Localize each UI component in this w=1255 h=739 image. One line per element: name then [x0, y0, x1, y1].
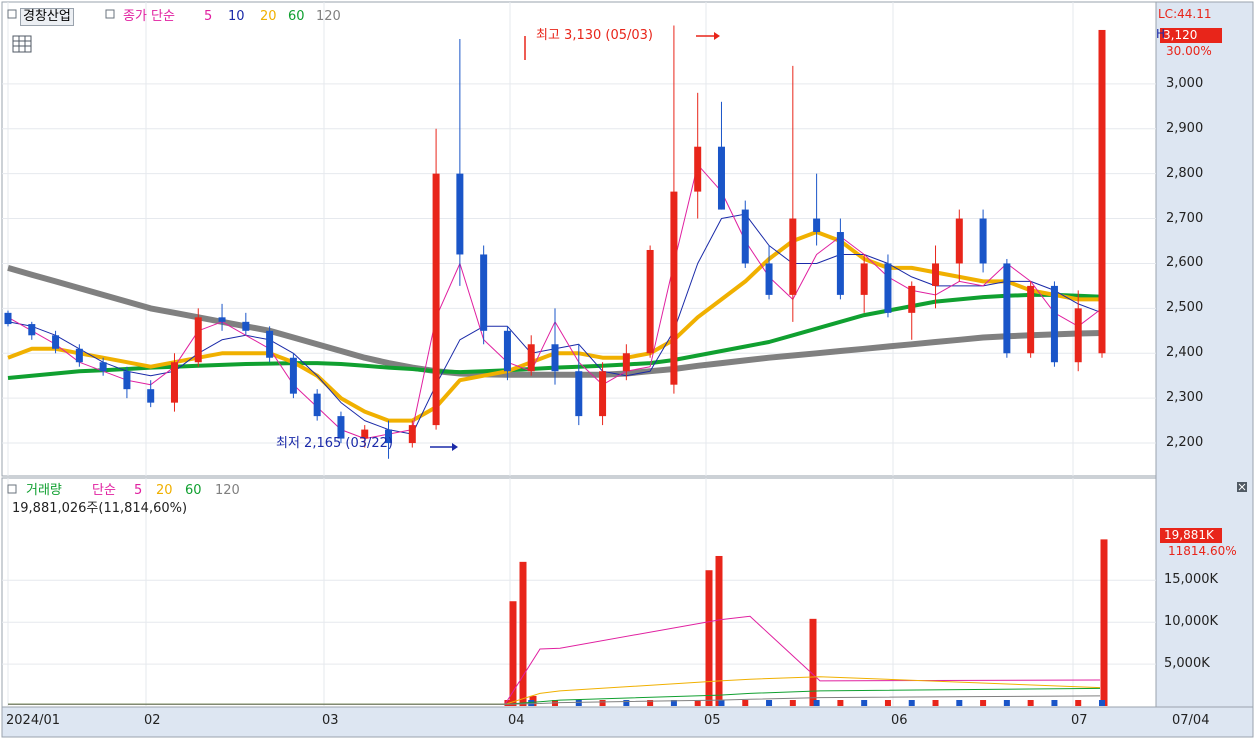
volume-indicator-label: 단순 [92, 483, 116, 498]
candle [432, 128, 440, 430]
volume-bar-small [980, 700, 987, 706]
ma-120-label[interactable]: 120 [316, 9, 341, 25]
candle [1027, 281, 1035, 358]
volume-bar-small [599, 700, 606, 706]
volume-title: 거래량 [26, 483, 62, 498]
volume-tick-label: 10,000K [1164, 614, 1219, 630]
volume-bar-small [884, 700, 891, 706]
price-tick-label: 3,000 [1166, 75, 1204, 91]
volume-bar [509, 601, 517, 706]
price-tick-label: 2,700 [1166, 210, 1204, 226]
volume-bar [519, 561, 527, 706]
volume-tick-label: 5,000K [1164, 656, 1210, 672]
volume-bar-small [813, 700, 820, 706]
x-tick-label: 03 [322, 713, 339, 728]
volume-bar-small [575, 700, 582, 706]
stock-name-label[interactable]: 경창산업 [20, 8, 74, 26]
ma-60-label[interactable]: 60 [288, 9, 305, 25]
volume-bar-small [766, 700, 773, 706]
price-tick-label: 2,900 [1166, 120, 1204, 136]
volume-bar-small [1027, 700, 1034, 706]
price-indicator-label: 종가 단순 [123, 9, 175, 24]
high-annotation: 최고 3,130 (05/03) [536, 28, 654, 43]
price-tick-label: 2,800 [1166, 165, 1204, 181]
current-price-tag: 3,120 [1163, 28, 1198, 42]
volume-bar-small [908, 700, 915, 706]
current-volume-tag: 19,881K [1164, 528, 1214, 542]
candle [741, 200, 749, 268]
change-percent-tag: 30.00% [1166, 44, 1212, 58]
candle [1003, 258, 1011, 358]
volume-bar-small [861, 700, 868, 706]
volume-bar-small [1003, 700, 1010, 706]
candle [1098, 29, 1106, 358]
vol-ma-20-label[interactable]: 20 [156, 483, 173, 499]
ma-5-label[interactable]: 5 [204, 9, 212, 25]
volume-bar-small [789, 700, 796, 706]
lc-label: LC:44.11 [1158, 7, 1212, 21]
x-tick-label: 2024/01 [6, 713, 61, 728]
volume-bar [809, 618, 817, 706]
price-tick-label: 2,600 [1166, 255, 1204, 271]
table-grid-icon[interactable] [12, 35, 32, 53]
candle [884, 254, 892, 318]
x-tick-label: 05 [704, 713, 721, 728]
volume-value-text: 19,881,026주(11,814,60%) [12, 501, 188, 516]
volume-bar-small [1099, 700, 1105, 706]
volume-bar-small [1051, 700, 1058, 706]
price-tick-label: 2,400 [1166, 345, 1204, 361]
x-tick-label: 04 [508, 713, 525, 728]
candle [646, 245, 654, 358]
candle [266, 326, 274, 363]
price-tick-label: 2,500 [1166, 300, 1204, 316]
vol-ma-60-label[interactable]: 60 [185, 483, 202, 499]
volume-bar [1100, 539, 1108, 706]
x-tick-label: 02 [144, 713, 161, 728]
x-axis-end-label: 07/04 [1172, 713, 1210, 728]
volume-bar-small [623, 700, 630, 706]
candle [599, 362, 607, 426]
x-tick-label: 07 [1071, 713, 1088, 728]
low-annotation: 최저 2,165 (03/22) [276, 436, 394, 451]
volume-bar-small [1075, 700, 1082, 706]
volume-tick-label: 15,000K [1164, 572, 1219, 588]
volume-bar-small [932, 700, 939, 706]
candle [313, 389, 321, 421]
volume-bar-small [742, 700, 749, 706]
x-axis-panel [1, 706, 1254, 738]
ma-10-label[interactable]: 10 [228, 9, 245, 25]
price-tick-label: 2,200 [1166, 435, 1204, 451]
candle [480, 245, 488, 345]
candle [289, 353, 297, 399]
candle [979, 209, 987, 273]
candle [4, 310, 12, 327]
vol-ma-120-label[interactable]: 120 [215, 483, 240, 499]
volume-bar [705, 570, 713, 706]
volume-bar-small [956, 700, 963, 706]
chart-canvas [1, 1, 1254, 738]
x-tick-label: 06 [891, 713, 908, 728]
volume-bar-small [837, 700, 844, 706]
volume-bar [715, 555, 723, 706]
vol-ma-5-label[interactable]: 5 [134, 483, 142, 499]
candle [1050, 281, 1058, 367]
volume-bar-small [718, 700, 725, 706]
volume-ratio-tag: 11814.60% [1168, 544, 1237, 558]
ma-20-label[interactable]: 20 [260, 9, 277, 25]
price-tick-label: 2,300 [1166, 390, 1204, 406]
stock-chart-window: { "price_panel": { "title": "경창산업", "ind… [0, 0, 1255, 739]
